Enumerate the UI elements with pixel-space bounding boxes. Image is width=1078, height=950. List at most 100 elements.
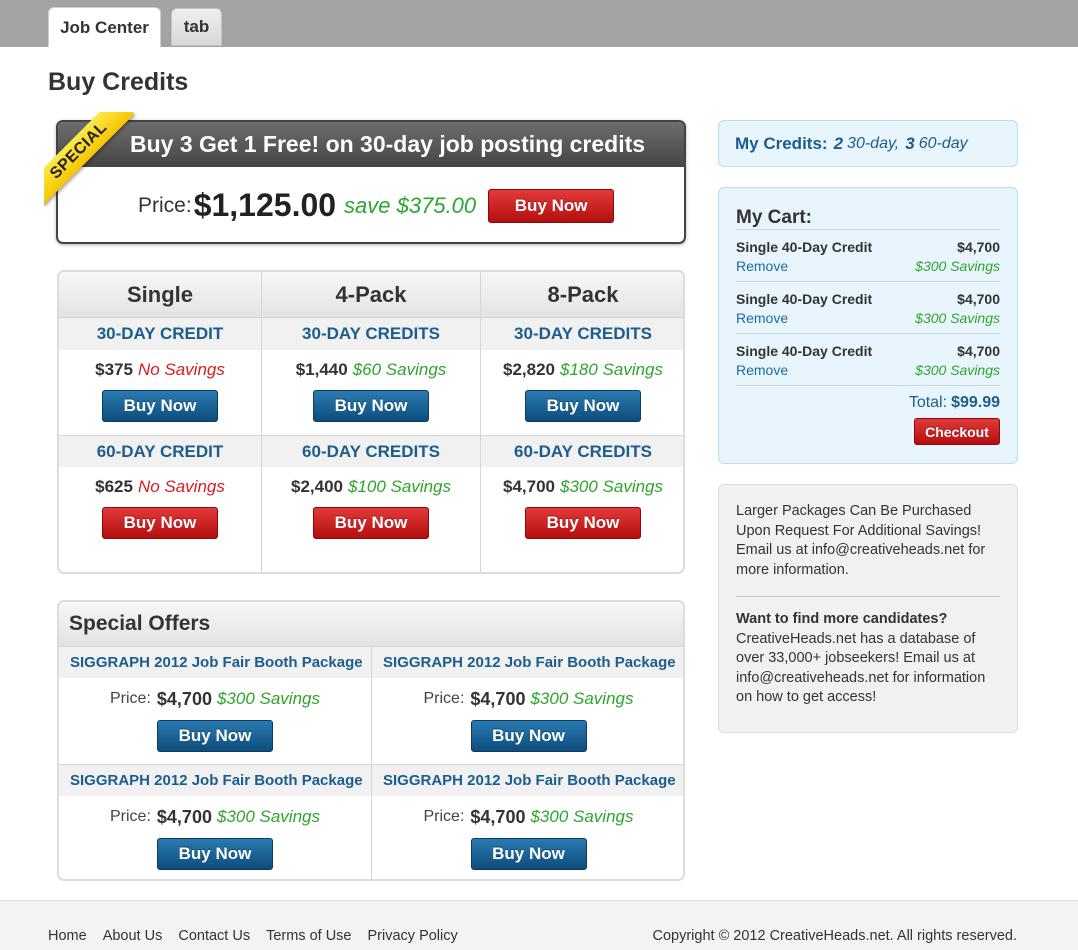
more-candidates-text: CreativeHeads.net has a database of over… <box>736 630 986 706</box>
top-tab-bar: Job Center tab <box>0 0 1078 47</box>
more-candidates-heading: Want to find more candidates? <box>736 611 948 627</box>
credits-30-count: 2 <box>833 133 844 153</box>
credits-30-unit: 30-day, <box>847 134 900 152</box>
savings-text: $300 Savings <box>559 477 664 496</box>
buy-now-button[interactable]: Buy Now <box>525 507 641 539</box>
package-price: $375 No Savings <box>59 350 261 390</box>
offer-savings: $300 Savings <box>530 689 634 708</box>
package-column-single: Single 30-DAY CREDIT $375 No Savings Buy… <box>59 272 262 572</box>
my-cart-panel: My Cart: Single 40-Day Credit $4,700 Rem… <box>718 187 1018 464</box>
offer-price-label: Price: <box>110 690 151 707</box>
offer-card: SIGGRAPH 2012 Job Fair Booth Package Pri… <box>372 647 683 764</box>
buy-now-button[interactable]: Buy Now <box>313 390 429 422</box>
offer-price-label: Price: <box>110 808 151 825</box>
price-amount: $2,400 <box>290 477 343 496</box>
package-price: $1,440 $60 Savings <box>262 350 480 390</box>
offer-savings: $300 Savings <box>216 689 320 708</box>
offer-card: SIGGRAPH 2012 Job Fair Booth Package Pri… <box>372 764 683 879</box>
cart-item-name: Single 40-Day Credit <box>736 239 873 255</box>
my-credits-label: My Credits: <box>735 133 828 153</box>
offer-price-row: Price: $4,700 $300 Savings <box>372 796 683 838</box>
offer-card: SIGGRAPH 2012 Job Fair Booth Package Pri… <box>59 764 372 879</box>
price-amount: $1,440 <box>295 360 348 379</box>
info-divider <box>736 596 1000 597</box>
special-ribbon: SPECIAL <box>44 112 138 206</box>
package-column-8-pack: 8-Pack 30-DAY CREDITS $2,820 $180 Saving… <box>481 272 683 572</box>
credit-type-label: 60-DAY CREDIT <box>59 435 261 467</box>
page-title: Buy Credits <box>48 68 189 96</box>
package-price: $625 No Savings <box>59 467 261 507</box>
package-column-4-pack: 4-Pack 30-DAY CREDITS $1,440 $60 Savings… <box>262 272 481 572</box>
footer-link-home[interactable]: Home <box>48 928 87 944</box>
cart-item-remove-link[interactable]: Remove <box>736 310 788 326</box>
credit-type-label: 30-DAY CREDITS <box>262 318 480 350</box>
cart-title: My Cart: <box>736 188 1000 230</box>
savings-text: No Savings <box>137 360 225 379</box>
offer-savings: $300 Savings <box>216 807 320 826</box>
savings-text: $100 Savings <box>347 477 452 496</box>
cart-item: Single 40-Day Credit $4,700 Remove $300 … <box>736 334 1000 386</box>
offer-name: SIGGRAPH 2012 Job Fair Booth Package <box>372 647 683 678</box>
cart-item-remove-link[interactable]: Remove <box>736 362 788 378</box>
tab-job-center[interactable]: Job Center <box>48 7 161 47</box>
footer-link-privacy-policy[interactable]: Privacy Policy <box>368 928 458 944</box>
savings-text: $60 Savings <box>352 360 447 379</box>
cart-item-price: $4,700 <box>957 343 1000 359</box>
cart-item: Single 40-Day Credit $4,700 Remove $300 … <box>736 282 1000 334</box>
offer-buy-now-button[interactable]: Buy Now <box>157 838 273 870</box>
cart-item-price: $4,700 <box>957 239 1000 255</box>
tab-tab[interactable]: tab <box>171 8 222 46</box>
price-amount: $375 <box>95 360 133 379</box>
cart-total-label: Total: <box>908 394 948 411</box>
footer-link-contact-us[interactable]: Contact Us <box>178 928 250 944</box>
offer-price: $4,700 <box>470 806 526 827</box>
package-title: 8-Pack <box>481 272 683 318</box>
credit-type-label: 60-DAY CREDITS <box>262 435 480 467</box>
offer-buy-now-button[interactable]: Buy Now <box>470 720 587 752</box>
footer-link-about-us[interactable]: About Us <box>103 928 163 944</box>
special-price: $1,125.00 <box>193 187 337 223</box>
cart-item-savings: $300 Savings <box>915 362 1000 378</box>
cart-total-amount: $99.99 <box>951 394 1000 411</box>
special-offers-title: Special Offers <box>59 602 683 647</box>
offer-name: SIGGRAPH 2012 Job Fair Booth Package <box>59 647 371 678</box>
cart-item-name: Single 40-Day Credit <box>736 343 873 359</box>
special-buy-now-button[interactable]: Buy Now <box>488 188 615 223</box>
buy-now-button[interactable]: Buy Now <box>102 507 218 539</box>
credit-type-label: 30-DAY CREDIT <box>59 318 261 350</box>
savings-text: $180 Savings <box>559 360 664 379</box>
cart-item-name: Single 40-Day Credit <box>736 291 873 307</box>
special-save: save $375.00 <box>344 192 477 218</box>
offer-price: $4,700 <box>156 806 212 827</box>
cart-item: Single 40-Day Credit $4,700 Remove $300 … <box>736 230 1000 282</box>
footer-link-terms-of-use[interactable]: Terms of Use <box>266 928 351 944</box>
offer-price: $4,700 <box>156 688 212 709</box>
credit-type-label: 30-DAY CREDITS <box>481 318 683 350</box>
offer-price-row: Price: $4,700 $300 Savings <box>59 678 371 720</box>
checkout-button[interactable]: Checkout <box>914 418 1000 445</box>
cart-item-savings: $300 Savings <box>915 258 1000 274</box>
copyright: Copyright © 2012 CreativeHeads.net. All … <box>652 928 1017 944</box>
offer-buy-now-button[interactable]: Buy Now <box>470 838 587 870</box>
cart-item-remove-link[interactable]: Remove <box>736 258 788 274</box>
buy-now-button[interactable]: Buy Now <box>102 390 218 422</box>
package-title: Single <box>59 272 261 318</box>
price-amount: $2,820 <box>502 360 555 379</box>
offer-price-label: Price: <box>423 808 465 825</box>
offer-buy-now-button[interactable]: Buy Now <box>157 720 273 752</box>
special-price-row: Price: $1,125.00 save $375.00 Buy Now <box>58 167 684 242</box>
package-price: $2,400 $100 Savings <box>262 467 480 507</box>
larger-packages-text: Larger Packages Can Be Purchased Upon Re… <box>736 503 986 578</box>
buy-now-button[interactable]: Buy Now <box>313 507 429 539</box>
credits-60-count: 3 <box>905 133 915 153</box>
buy-now-button[interactable]: Buy Now <box>525 390 641 422</box>
offer-price-row: Price: $4,700 $300 Savings <box>372 678 683 720</box>
special-ribbon-label: SPECIAL <box>44 112 135 206</box>
offer-price-label: Price: <box>423 690 465 707</box>
footer: Home About Us Contact Us Terms of Use Pr… <box>0 900 1078 950</box>
cart-item-savings: $300 Savings <box>915 310 1000 326</box>
special-offers-panel: Special Offers SIGGRAPH 2012 Job Fair Bo… <box>57 600 685 881</box>
price-amount: $4,700 <box>502 477 555 496</box>
offer-card: SIGGRAPH 2012 Job Fair Booth Package Pri… <box>59 647 372 764</box>
package-price: $4,700 $300 Savings <box>481 467 683 507</box>
